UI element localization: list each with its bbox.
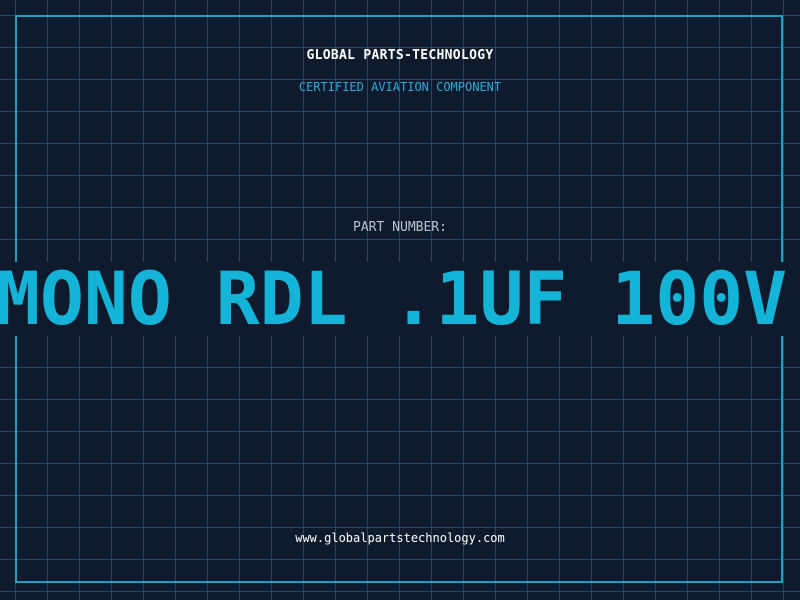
label-canvas: GLOBAL PARTS-TECHNOLOGY CERTIFIED AVIATI… bbox=[0, 0, 800, 600]
part-number-value: MONO RDL .1UF 100V bbox=[0, 257, 788, 342]
website-url: www.globalpartstechnology.com bbox=[295, 531, 505, 545]
certification-subtitle: CERTIFIED AVIATION COMPONENT bbox=[298, 80, 502, 94]
brand-title: GLOBAL PARTS-TECHNOLOGY bbox=[306, 48, 494, 63]
part-number-label: PART NUMBER: bbox=[353, 220, 447, 235]
